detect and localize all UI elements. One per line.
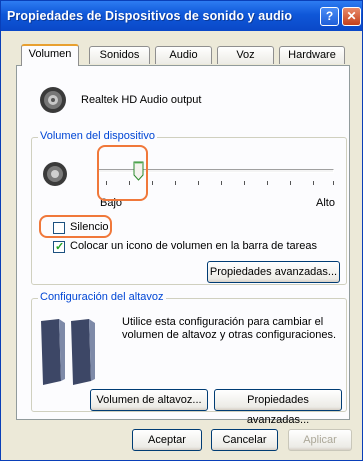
properties-window: Propiedades de Dispositivos de sonido y … [0, 0, 363, 461]
slider-tick [313, 181, 314, 185]
speaker-description: Utilice esta configuración para cambiar … [122, 316, 337, 341]
slider-tick [198, 181, 199, 185]
volume-speaker-icon [41, 159, 71, 189]
slider-tick [267, 181, 268, 185]
accept-button[interactable]: Aceptar [132, 429, 202, 451]
window-title: Propiedades de Dispositivos de sonido y … [7, 9, 293, 23]
speakers-icon [37, 317, 101, 387]
volume-advanced-button[interactable]: Propiedades avanzadas... [207, 261, 340, 283]
cancel-button[interactable]: Cancelar [211, 429, 278, 451]
taskbar-icon-checkbox[interactable]: ✓ [53, 241, 65, 253]
close-button[interactable]: ✕ [342, 7, 361, 26]
help-button[interactable]: ? [320, 7, 339, 26]
speaker-group-label: Configuración del altavoz [38, 291, 166, 303]
slider-tick [175, 181, 176, 185]
taskbar-icon-label[interactable]: Colocar un icono de volumen en la barra … [70, 240, 317, 252]
tab-hardware[interactable]: Hardware [279, 46, 345, 64]
slider-highlight [97, 145, 148, 201]
tab-voz[interactable]: Voz [217, 46, 274, 64]
title-bar[interactable]: Propiedades de Dispositivos de sonido y … [1, 1, 362, 31]
slider-tick [152, 181, 153, 185]
device-name: Realtek HD Audio output [81, 94, 202, 106]
apply-button[interactable]: Aplicar [288, 429, 352, 451]
speaker-advanced-button[interactable]: Propiedades avanzadas... [214, 389, 342, 426]
speaker-icon [37, 85, 71, 115]
slider-max-label: Alto [316, 197, 335, 209]
volume-group-label: Volumen del dispositivo [38, 130, 157, 142]
slider-tick [221, 181, 222, 185]
check-mark-icon: ✓ [55, 241, 65, 253]
tab-volumen[interactable]: Volumen [21, 44, 79, 66]
slider-tick [244, 181, 245, 185]
mute-highlight [39, 215, 112, 238]
tab-audio[interactable]: Audio [155, 46, 212, 64]
speaker-volume-button[interactable]: Volumen de altavoz... [90, 389, 208, 411]
tab-sonidos[interactable]: Sonidos [89, 46, 150, 64]
slider-tick [290, 181, 291, 185]
slider-tick [333, 181, 334, 185]
